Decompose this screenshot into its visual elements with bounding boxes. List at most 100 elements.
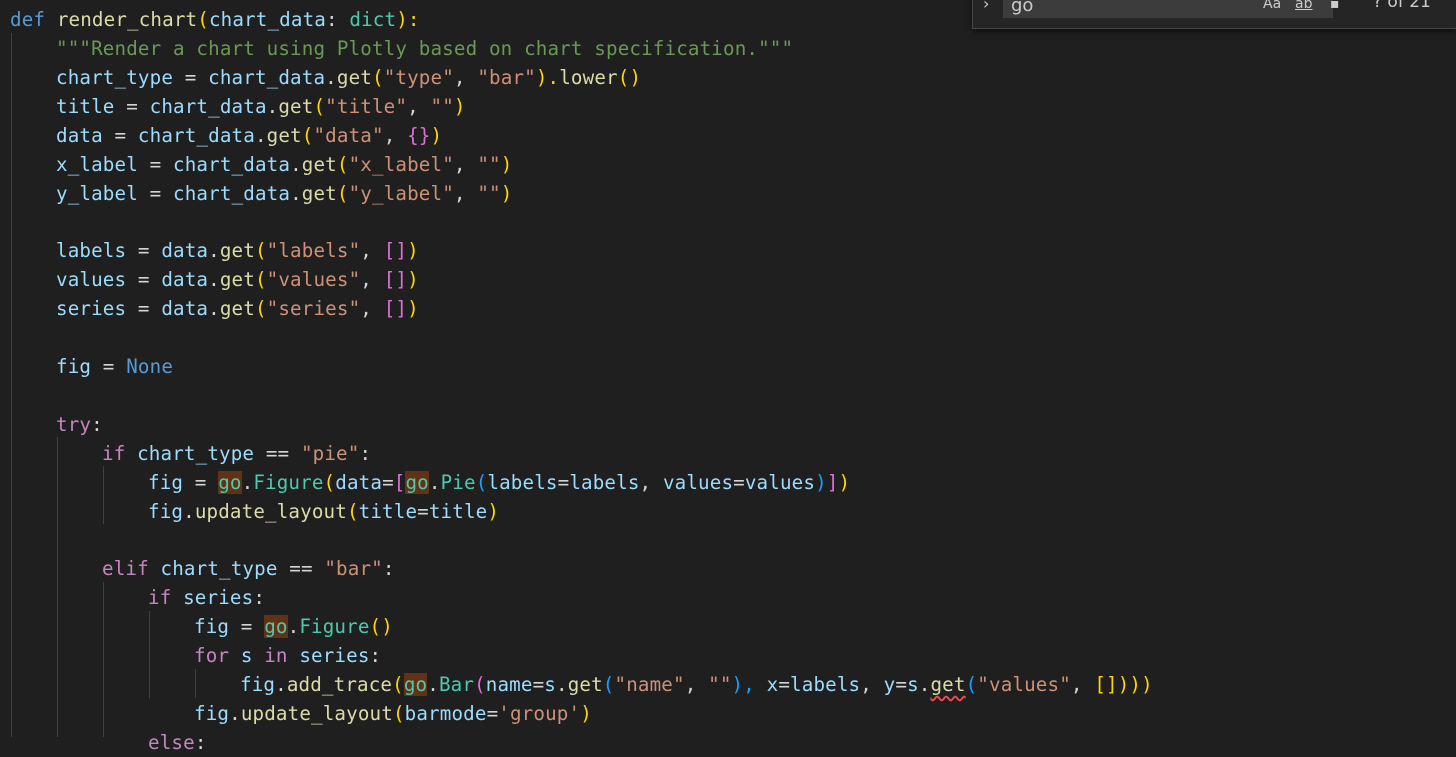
code-line[interactable]: y_label = chart_data.get("y_label", "") [56, 179, 512, 208]
var: labels [56, 239, 127, 262]
whole-word-icon[interactable]: ab [1295, 0, 1312, 12]
var: s [907, 673, 919, 696]
method-with-warning: get [930, 673, 966, 696]
kwarg: labels [487, 471, 558, 494]
var: title [56, 95, 115, 118]
comma: , [453, 182, 478, 205]
var: fig [148, 500, 184, 523]
brace: {} [407, 124, 431, 147]
string: "type" [383, 66, 454, 89]
comma: , [453, 153, 478, 176]
code-line[interactable]: """Render a chart using Plotly based on … [56, 34, 793, 63]
paren: ( [313, 95, 326, 118]
paren: ( [336, 153, 349, 176]
paren: ( [301, 124, 314, 147]
find-match-highlight: go [403, 673, 428, 696]
string: "bar" [477, 66, 536, 89]
var: chart_data [173, 153, 291, 176]
method: get [301, 182, 337, 205]
string: "y_label" [348, 182, 454, 205]
dot: . [325, 66, 337, 89]
keyword: in [264, 644, 288, 667]
code-line[interactable]: fig.update_layout(title=title) [148, 497, 499, 526]
var: s [544, 673, 556, 696]
code-line[interactable]: for s in series: [194, 641, 381, 670]
type-hint: dict [349, 8, 397, 31]
code-line[interactable]: title = chart_data.get("title", "") [56, 92, 466, 121]
code-line[interactable]: fig.add_trace(go.Bar(name=s.get("name", … [240, 670, 1153, 699]
class: Pie [440, 471, 476, 494]
bracket: [ [393, 471, 406, 494]
class: Bar [438, 673, 475, 696]
var: fig [240, 673, 276, 696]
dot: . [287, 615, 300, 638]
keyword: try [56, 413, 92, 436]
code-line[interactable]: else: [148, 728, 207, 757]
code-line[interactable]: x_label = chart_data.get("x_label", "") [56, 150, 512, 179]
paren: ( [323, 471, 336, 494]
match-case-icon[interactable]: Aa [1263, 0, 1281, 12]
method: add_trace [286, 673, 393, 696]
paren: ): [396, 8, 420, 31]
var: values [744, 471, 816, 494]
code-line[interactable]: if chart_type == "pie": [102, 439, 371, 468]
paren: ). [535, 66, 560, 89]
regex-icon[interactable]: ▪ [1330, 0, 1340, 12]
bracket: [] [1094, 673, 1118, 696]
op: = [895, 673, 908, 696]
paren: ( [346, 500, 359, 523]
code-line[interactable]: data = chart_data.get("data", {}) [56, 121, 442, 150]
var: chart_data [137, 124, 255, 147]
find-match-highlight: go [218, 471, 242, 494]
find-match-highlight: go [264, 615, 288, 638]
code-line[interactable]: fig = go.Figure() [194, 612, 393, 641]
code-line[interactable]: fig = None [56, 352, 173, 381]
code-line[interactable]: values = data.get("values", []) [56, 265, 419, 294]
paren: ) [487, 500, 500, 523]
code-line[interactable]: fig = go.Figure(data=[go.Pie(labels=labe… [148, 468, 850, 497]
chevron-right-icon[interactable]: › [983, 0, 989, 13]
paren: ( [392, 702, 405, 725]
paren: ) [500, 182, 513, 205]
string: "" [477, 153, 501, 176]
code-line[interactable]: fig.update_layout(barmode='group') [194, 699, 592, 728]
string: "pie" [300, 442, 360, 465]
code-line[interactable]: elif chart_type == "bar": [102, 554, 395, 583]
dot: . [266, 95, 279, 118]
method: update_layout [240, 702, 393, 725]
string: "bar" [324, 557, 383, 580]
kwarg: x [766, 673, 779, 696]
code-line[interactable]: chart_type = chart_data.get("type", "bar… [56, 63, 641, 92]
find-input[interactable] [1003, 0, 1333, 18]
colon: : [253, 586, 266, 609]
indent-guide [103, 466, 104, 524]
paren: ) [838, 471, 851, 494]
method: get [567, 673, 603, 696]
code-line[interactable]: try: [56, 410, 103, 439]
paren: () [617, 66, 642, 89]
var: chart_data [173, 182, 291, 205]
paren: ( [965, 673, 978, 696]
paren: ( [197, 8, 209, 31]
code-line[interactable]: series = data.get("series", []) [56, 294, 419, 323]
code-editor[interactable]: def render_chart(chart_data: dict): """R… [0, 0, 1456, 754]
op: = [486, 702, 499, 725]
code-line[interactable]: labels = data.get("labels", []) [56, 236, 419, 265]
paren: ( [602, 673, 615, 696]
code-line[interactable]: def render_chart(chart_data: dict): [10, 5, 420, 34]
dot: . [427, 673, 439, 696]
op: = [733, 471, 745, 494]
var: labels [569, 471, 640, 494]
paren: ) [430, 124, 443, 147]
paren: ( [475, 471, 488, 494]
comma: , [407, 95, 431, 118]
colon: : [369, 644, 382, 667]
docstring: """Render a chart using Plotly based on … [56, 37, 794, 60]
code-line[interactable]: if series: [148, 583, 265, 612]
paren: ( [371, 66, 384, 89]
dot: . [254, 124, 267, 147]
op: = [91, 355, 127, 378]
